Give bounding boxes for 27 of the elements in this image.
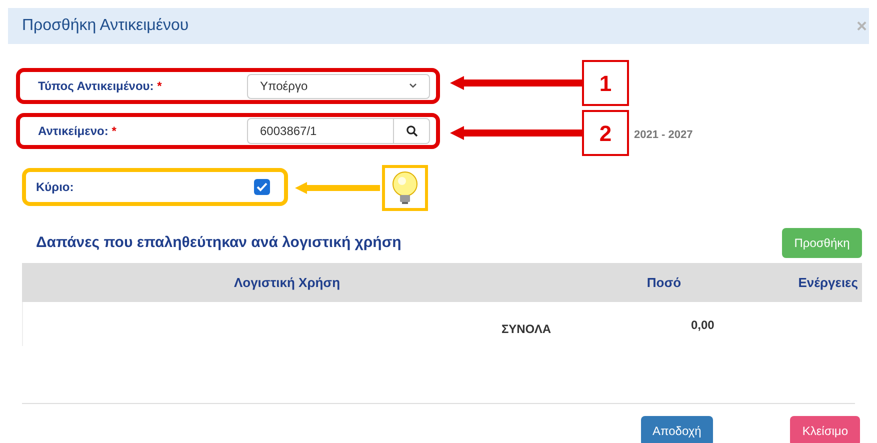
period-text: 2021 - 2027 (634, 128, 693, 143)
column-header: Ενέργειες (797, 274, 859, 292)
arrow-icon (295, 182, 380, 194)
main-checkbox[interactable] (254, 179, 270, 195)
callout-number: 2 (582, 110, 629, 156)
check-icon (256, 182, 268, 192)
search-button[interactable] (394, 118, 430, 144)
object-input[interactable]: 6003867/1 (247, 118, 394, 144)
type-select[interactable]: Υποέργο (247, 74, 430, 98)
field-label: Κύριο: (36, 179, 74, 196)
total-amount: 0,00 (691, 318, 714, 332)
arrow-icon (450, 126, 582, 140)
close-dialog-button[interactable]: Κλείσιμο (790, 416, 860, 443)
totals-label: ΣΥΝΟΛΑ (501, 321, 551, 338)
lightbulb-icon (391, 171, 419, 205)
chevron-down-icon (409, 83, 417, 89)
callout-number: 1 (582, 60, 629, 106)
accept-button[interactable]: Αποδοχή (640, 416, 714, 443)
add-button[interactable]: Προσθήκη (782, 228, 862, 258)
field-label: Τύπος Αντικειμένου: * (38, 78, 162, 95)
dialog-title: Προσθήκη Αντικειμένου (22, 16, 189, 36)
column-header: Λογιστική Χρήση (232, 274, 342, 292)
arrow-icon (450, 76, 582, 90)
search-icon (406, 125, 418, 137)
field-label: Αντικείμενο: * (38, 123, 116, 140)
column-header: Ποσό (646, 274, 682, 292)
section-title: Δαπάνες που επαληθεύτηκαν ανά λογιστική χρήση (36, 232, 402, 253)
